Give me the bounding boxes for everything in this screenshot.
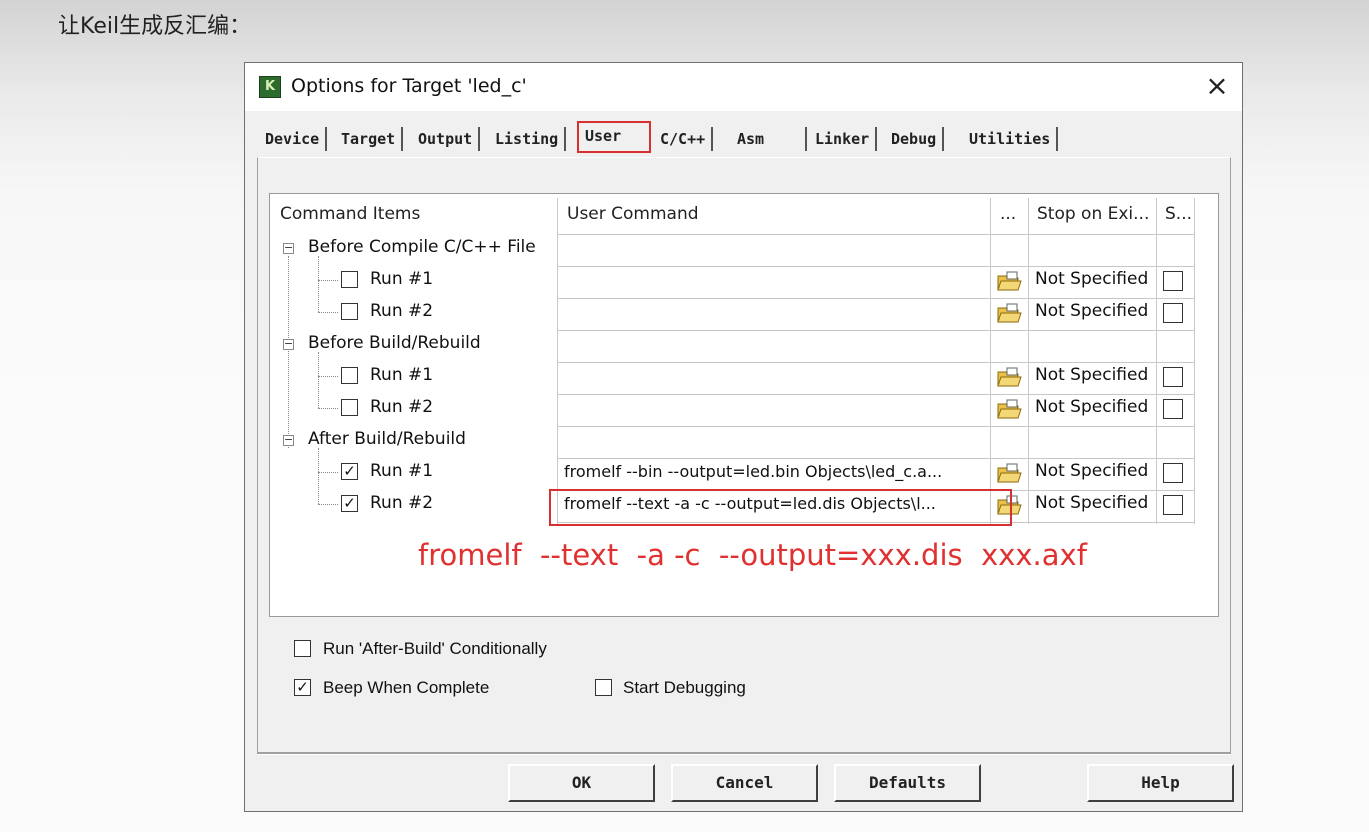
dialog-title: Options for Target 'led_c'	[291, 75, 527, 97]
checkbox-bb-run2[interactable]	[341, 399, 358, 416]
cancel-button[interactable]: Cancel	[671, 764, 818, 802]
col-header-s: S...	[1165, 204, 1193, 224]
col-header-stop: Stop on Exi...	[1037, 204, 1150, 224]
checkbox-run-after-build[interactable]	[294, 640, 311, 657]
checkbox-bb-run1[interactable]	[341, 367, 358, 384]
tab-c-cpp[interactable]: C/C++	[654, 127, 714, 151]
label-run-after-build: Run 'After-Build' Conditionally	[323, 639, 547, 658]
stop-bb-run2[interactable]: Not Specified	[1035, 397, 1148, 417]
command-highlight	[549, 489, 1012, 526]
checkbox-bc-run2[interactable]	[341, 303, 358, 320]
keil-app-icon: K	[259, 76, 281, 98]
checkbox-s-bc-run2[interactable]	[1163, 303, 1183, 323]
expander-group-1[interactable]: −	[283, 242, 294, 254]
tab-bar: Device Target Output Listing User C/C++ …	[259, 121, 1219, 157]
stop-bc-run2[interactable]: Not Specified	[1035, 301, 1148, 321]
folder-icon[interactable]	[996, 366, 1022, 388]
annotation-command: fromelf --text -a -c --output=xxx.dis xx…	[418, 538, 1087, 572]
checkbox-s-ab-run1[interactable]	[1163, 463, 1183, 483]
col-header-command: User Command	[567, 204, 699, 224]
label-bb-run1: Run #1	[370, 365, 434, 385]
help-button[interactable]: Help	[1087, 764, 1234, 802]
stop-ab-run1[interactable]: Not Specified	[1035, 461, 1148, 481]
ok-button[interactable]: OK	[508, 764, 655, 802]
folder-icon[interactable]	[996, 270, 1022, 292]
expander-group-3[interactable]: −	[283, 434, 294, 446]
checkbox-s-bc-run1[interactable]	[1163, 271, 1183, 291]
folder-icon[interactable]	[996, 462, 1022, 484]
checkbox-s-bb-run1[interactable]	[1163, 367, 1183, 387]
group-after-build: After Build/Rebuild	[308, 429, 466, 449]
tab-asm[interactable]: Asm	[731, 127, 807, 151]
label-beep-when-complete: Beep When Complete	[323, 678, 490, 697]
close-icon[interactable]: ×	[1204, 71, 1230, 101]
tab-listing[interactable]: Listing	[489, 127, 567, 151]
checkbox-start-debugging[interactable]	[595, 679, 612, 696]
divider-highlight	[257, 754, 1231, 755]
tab-device[interactable]: Device	[259, 127, 328, 151]
options-dialog: K Options for Target 'led_c' × Device Ta…	[244, 62, 1243, 812]
tab-target[interactable]: Target	[335, 127, 404, 151]
label-bb-run2: Run #2	[370, 397, 434, 417]
tab-output[interactable]: Output	[412, 127, 481, 151]
stop-ab-run2[interactable]: Not Specified	[1035, 493, 1148, 513]
checkbox-s-ab-run2[interactable]	[1163, 495, 1183, 515]
title-bar: K Options for Target 'led_c' ×	[245, 63, 1242, 111]
label-bc-run2: Run #2	[370, 301, 434, 321]
command-ab-run1[interactable]: fromelf --bin --output=led.bin Objects\l…	[564, 462, 988, 481]
label-ab-run1: Run #1	[370, 461, 434, 481]
user-commands-grid: Command Items User Command ... Stop on E…	[269, 193, 1219, 617]
folder-icon[interactable]	[996, 302, 1022, 324]
stop-bc-run1[interactable]: Not Specified	[1035, 269, 1148, 289]
label-start-debugging: Start Debugging	[623, 678, 746, 697]
stop-bb-run1[interactable]: Not Specified	[1035, 365, 1148, 385]
folder-icon[interactable]	[996, 398, 1022, 420]
checkbox-ab-run1[interactable]: ✓	[341, 463, 358, 480]
group-before-build: Before Build/Rebuild	[308, 333, 481, 353]
label-ab-run2: Run #2	[370, 493, 434, 513]
label-bc-run1: Run #1	[370, 269, 434, 289]
checkbox-ab-run2[interactable]: ✓	[341, 495, 358, 512]
tab-linker[interactable]: Linker	[809, 127, 878, 151]
checkbox-beep-when-complete[interactable]: ✓	[294, 679, 311, 696]
expander-group-2[interactable]: −	[283, 338, 294, 350]
tab-debug[interactable]: Debug	[885, 127, 945, 151]
col-header-browse: ...	[1000, 204, 1017, 224]
checkbox-bc-run1[interactable]	[341, 271, 358, 288]
col-header-items: Command Items	[280, 204, 421, 224]
tab-utilities[interactable]: Utilities	[963, 127, 1059, 151]
group-before-compile: Before Compile C/C++ File	[308, 237, 536, 257]
tab-user[interactable]: User	[577, 121, 651, 153]
page-heading: 让Keil生成反汇编：	[58, 14, 252, 39]
defaults-button[interactable]: Defaults	[834, 764, 981, 802]
checkbox-s-bb-run2[interactable]	[1163, 399, 1183, 419]
